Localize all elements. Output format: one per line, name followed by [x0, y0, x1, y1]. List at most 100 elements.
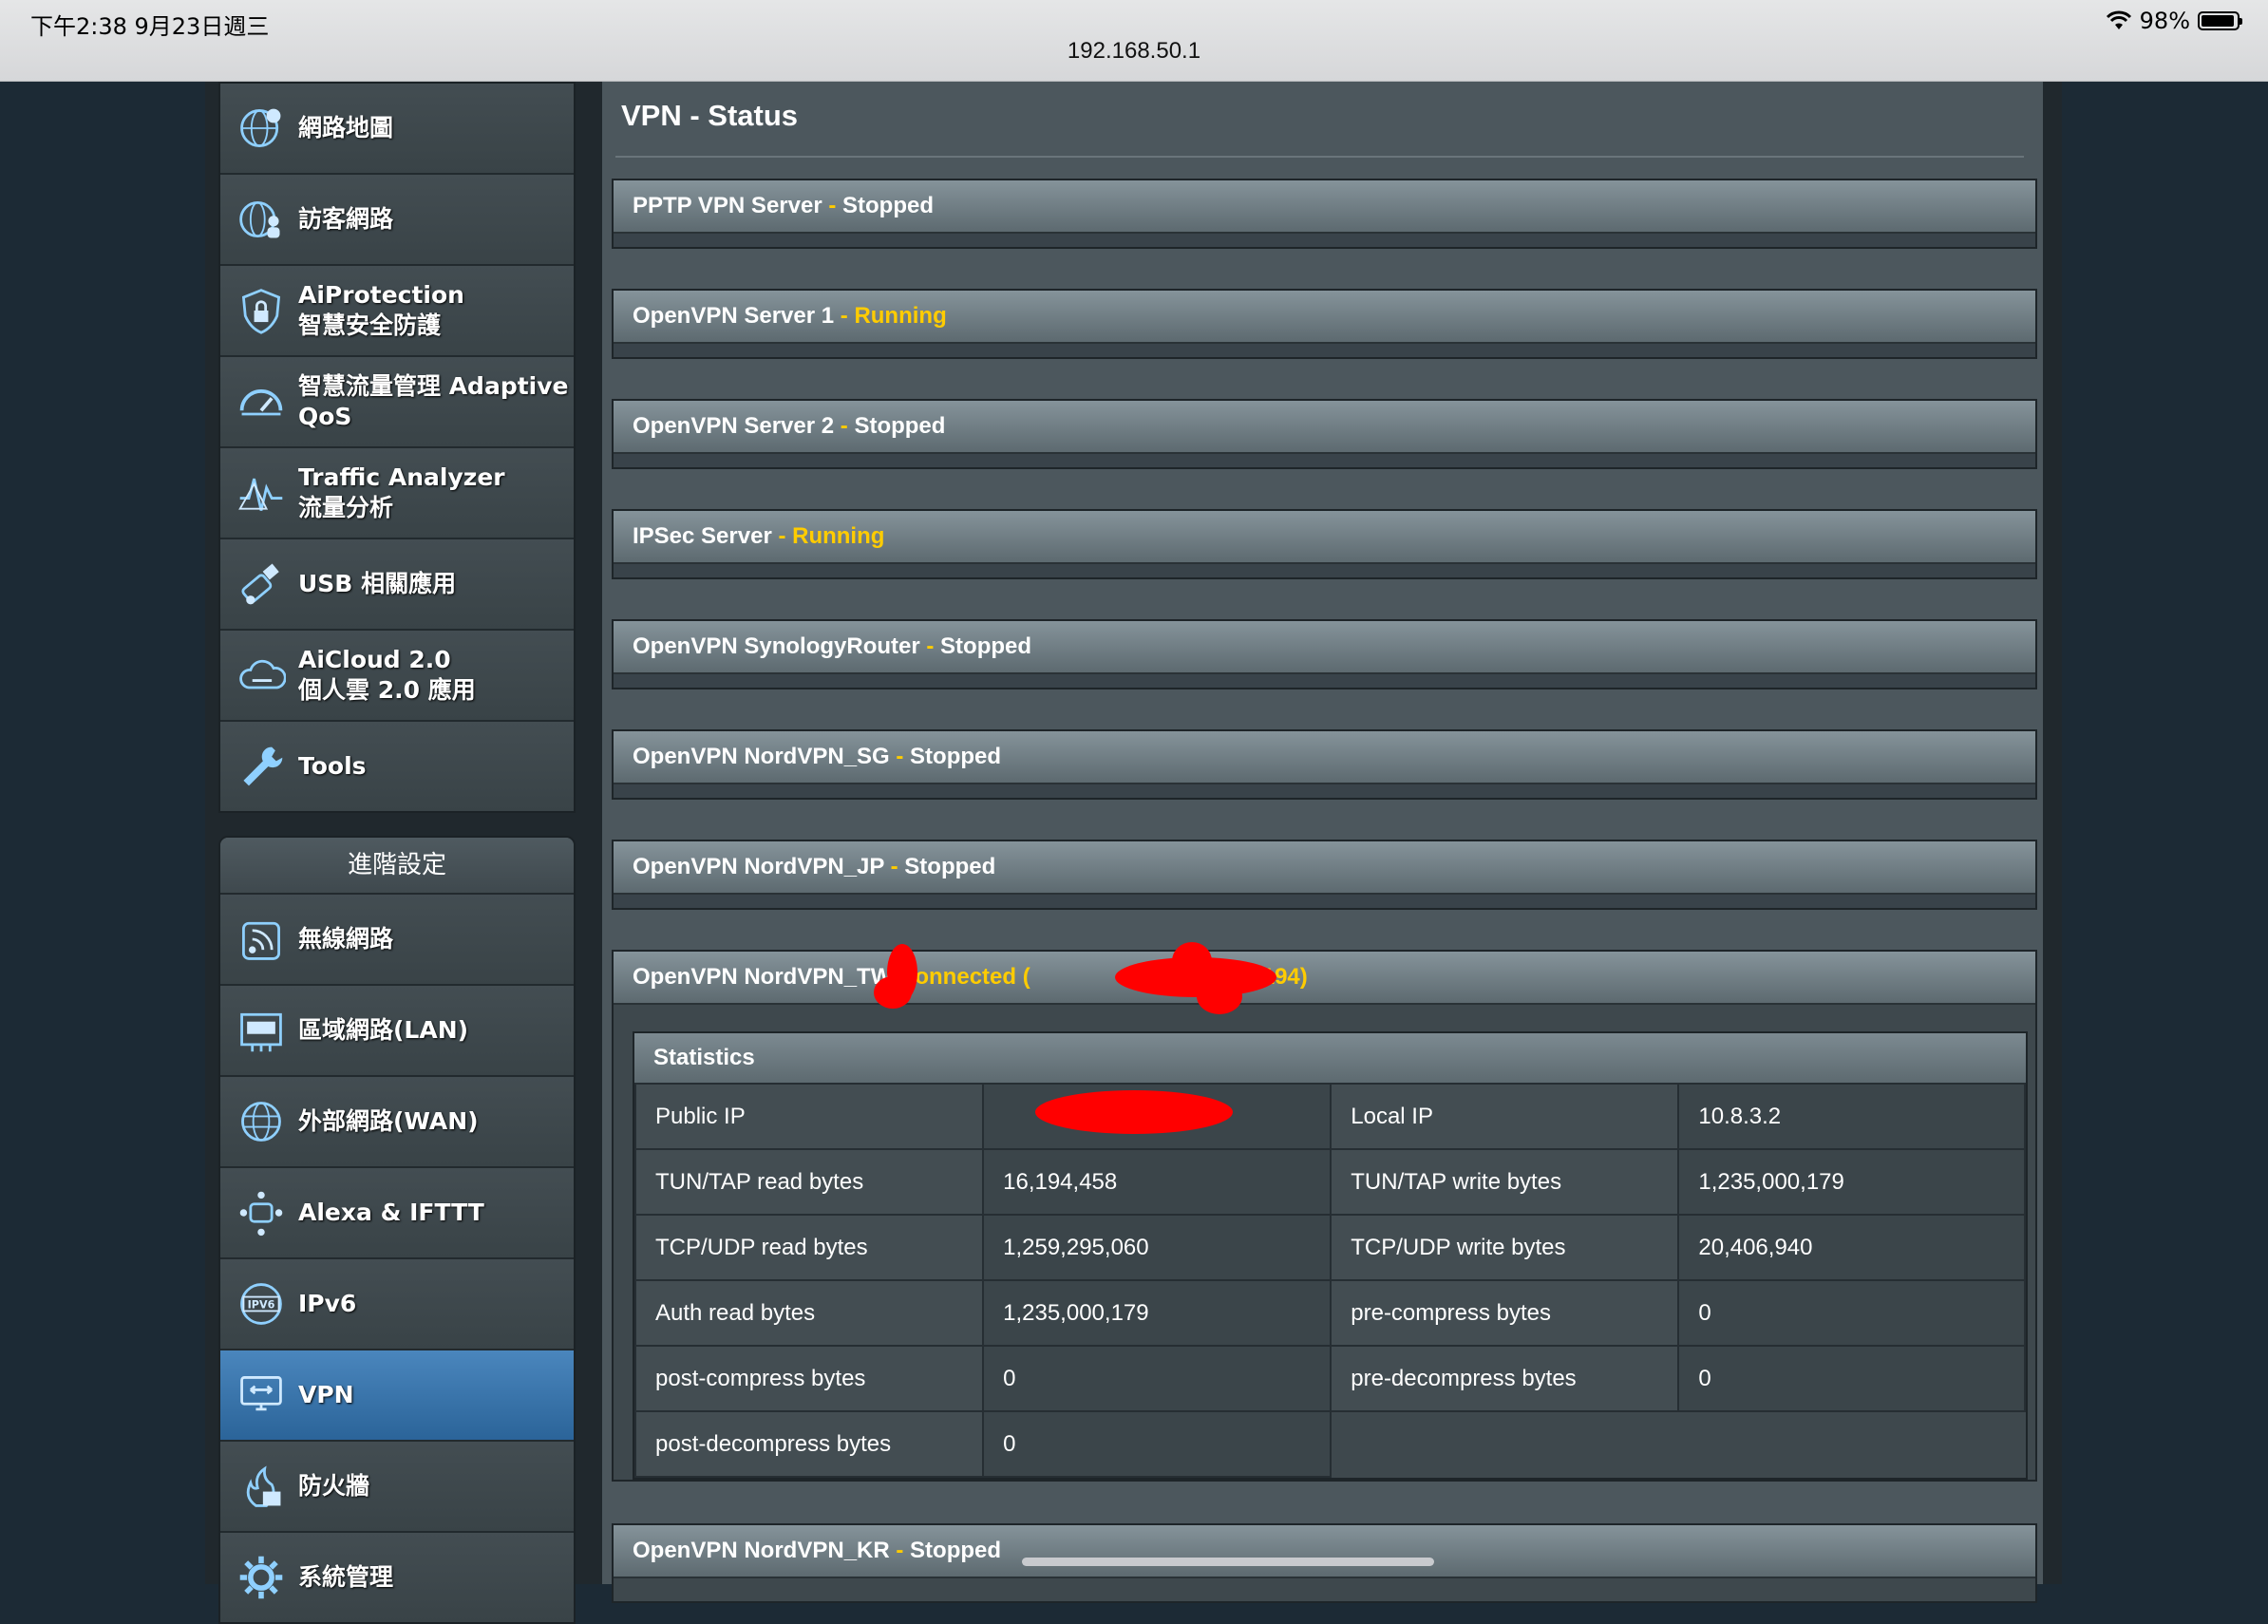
battery-percent: 98% [2139, 8, 2190, 34]
sidebar-item-label: 防火牆 [298, 1472, 370, 1500]
speedometer-icon [239, 389, 283, 416]
sidebar-item-label: IPv6 [298, 1290, 357, 1317]
sidebar-item[interactable]: 訪客網路 [220, 173, 574, 264]
sidebar-item[interactable]: USB 相關應用 [220, 538, 574, 629]
sidebar-item-label: 外部網路(WAN) [298, 1107, 479, 1135]
vpn-name: OpenVPN NordVPN_KR [633, 1538, 890, 1563]
table-row: post-decompress bytes 0 [633, 1410, 2025, 1478]
vpn-separator: - [889, 1538, 911, 1563]
sidebar-item-icon-wrap [234, 374, 289, 429]
sidebar-item[interactable]: Alexa & IFTTT [220, 1166, 574, 1257]
table-row: TCP/UDP read bytes 1,259,295,060 TCP/UDP w… [633, 1214, 2026, 1281]
address-bar[interactable]: 192.168.50.1 [0, 38, 2268, 65]
vpn-block-header[interactable]: OpenVPN NordVPN_KR - Stopped [614, 1525, 2035, 1578]
vpn-status: Stopped [854, 413, 946, 439]
sidebar-item[interactable]: VPN [220, 1349, 574, 1440]
vpn-block-header[interactable]: IPSec Server - Running [614, 511, 2035, 564]
stat-label: TCP/UDP write bytes [1330, 1214, 1680, 1281]
stat-label: Local IP [1330, 1083, 1680, 1150]
sidebar-item-icon-wrap [234, 192, 289, 247]
vpn-name: OpenVPN Server 2 [633, 413, 835, 439]
lan-icon [240, 1012, 282, 1052]
vpn-block: PPTP VPN Server - Stopped [612, 179, 2037, 249]
empty-cell [1331, 1411, 2025, 1477]
vpn-block-header[interactable]: OpenVPN NordVPN_SG - Stopped [614, 731, 2035, 784]
vpn-block: IPSec Server - Running [612, 509, 2037, 579]
stat-value: 0 [1677, 1279, 2026, 1347]
stat-label: TCP/UDP read bytes [633, 1214, 985, 1281]
stat-value: 16,194,458 [982, 1148, 1332, 1216]
sidebar-item-icon-wrap [234, 1094, 289, 1149]
sidebar-item-label: AiCloud 2.0 個人雲 2.0 應用 [298, 646, 476, 704]
sidebar-item[interactable]: 無線網路 [220, 893, 574, 984]
vpn-name: OpenVPN NordVPN_TW [633, 964, 893, 990]
sidebar-item[interactable]: Traffic Analyzer 流量分析 [220, 446, 574, 538]
vpn-block-header[interactable]: OpenVPN NordVPN_JP - Stopped [614, 841, 2035, 895]
sidebar-item[interactable]: AiProtection 智慧安全防護 [220, 264, 574, 355]
wifi-icon [2106, 10, 2131, 29]
ipv6-icon: IPV6 [240, 1283, 282, 1325]
sidebar-item-label: USB 相關應用 [298, 570, 457, 597]
vpn-name: PPTP VPN Server [633, 193, 822, 218]
sidebar-item-label: VPN [298, 1381, 354, 1408]
browser-top-bar: 下午2:38 9月23日週三 98% 192.168.50.1 [0, 0, 2268, 82]
redaction-mark [1172, 942, 1212, 980]
gear-icon [239, 1556, 283, 1599]
sidebar-item-label: 智慧流量管理 Adaptive QoS [298, 372, 569, 430]
vpn-block: OpenVPN Server 1 - Running [612, 289, 2037, 359]
sidebar-item[interactable]: IPV6 IPv6 [220, 1257, 574, 1349]
table-row: Public IP Local IP 10.8.3.2 [633, 1083, 2026, 1150]
title-divider [615, 156, 2024, 158]
stat-label: post-decompress bytes [633, 1410, 985, 1478]
sidebar-item[interactable]: Tools [220, 720, 574, 811]
battery-icon [2198, 11, 2242, 30]
sidebar-item[interactable]: 防火牆 [220, 1440, 574, 1531]
vpn-block-header[interactable]: OpenVPN NordVPN_TW Connected (3 udp:1194… [614, 952, 2035, 1005]
sidebar-item-icon-wrap: IPV6 [234, 1276, 289, 1331]
sidebar-item[interactable]: 外部網路(WAN) [220, 1075, 574, 1166]
vpn-block-body [614, 784, 2035, 798]
sidebar-item-icon-wrap [234, 739, 289, 794]
sidebar-item-label: AiProtection 智慧安全防護 [298, 281, 464, 339]
sidebar-item-icon-wrap [234, 1368, 289, 1423]
router-page: 網路地圖 訪客網路 AiProtection 智慧安全防護智慧流量管理 Adapti… [205, 82, 2062, 1624]
vpn-block: OpenVPN Server 2 - Stopped [612, 399, 2037, 469]
vpn-status: Stopped [910, 744, 1002, 769]
sidebar-item[interactable]: 系統管理 [220, 1531, 574, 1622]
sidebar-item-label: 系統管理 [298, 1563, 394, 1591]
vpn-block-header[interactable]: OpenVPN Server 2 - Stopped [614, 401, 2035, 454]
table-row: Auth read bytes 1,235,000,179 pre-compress… [633, 1279, 2026, 1347]
stat-label: Public IP [633, 1083, 985, 1150]
sidebar-item[interactable]: 區域網路(LAN) [220, 984, 574, 1075]
sidebar-item[interactable]: 智慧流量管理 Adaptive QoS [220, 355, 574, 446]
vpn-separator: - [771, 523, 793, 549]
sidebar-item-icon-wrap [234, 1185, 289, 1240]
firewall-icon [246, 1465, 281, 1507]
sidebar-item-icon-wrap [234, 101, 289, 156]
sidebar-item-label: 區域網路(LAN) [298, 1016, 469, 1044]
redaction-mark [1035, 1090, 1233, 1134]
vpn-block-header[interactable]: PPTP VPN Server - Stopped [614, 180, 2035, 234]
sidebar-item-icon-wrap [234, 1459, 289, 1514]
stat-value: 0 [982, 1345, 1332, 1412]
sidebar-item-label: 無線網路 [298, 925, 394, 953]
vpn-block-header[interactable]: OpenVPN Server 1 - Running [614, 291, 2035, 344]
status-time: 下午2:38 9月23日週三 [30, 13, 270, 40]
sidebar-item-label: Alexa & IFTTT [298, 1199, 484, 1226]
sidebar-item[interactable]: AiCloud 2.0 個人雲 2.0 應用 [220, 629, 574, 720]
vpn-separator: - [919, 633, 941, 659]
page-title: VPN - Status [621, 99, 799, 132]
stat-value: 1,235,000,179 [1677, 1148, 2026, 1216]
sidebar-item-icon-wrap [234, 1550, 289, 1605]
sidebar-item[interactable]: 網路地圖 [220, 84, 574, 173]
svg-text:IPV6: IPV6 [248, 1299, 275, 1312]
vpn-separator: - [834, 413, 855, 439]
sidebar-item-icon-wrap [234, 912, 289, 967]
scroll-indicator [1022, 1558, 1434, 1566]
vpn-block-body [614, 454, 2035, 467]
alexa-icon [239, 1191, 283, 1237]
vpn-block-header[interactable]: OpenVPN SynologyRouter - Stopped [614, 621, 2035, 674]
sidebar-item-icon-wrap [234, 1003, 289, 1058]
sidebar-item-icon-wrap [234, 465, 289, 520]
usb-icon [241, 563, 279, 605]
